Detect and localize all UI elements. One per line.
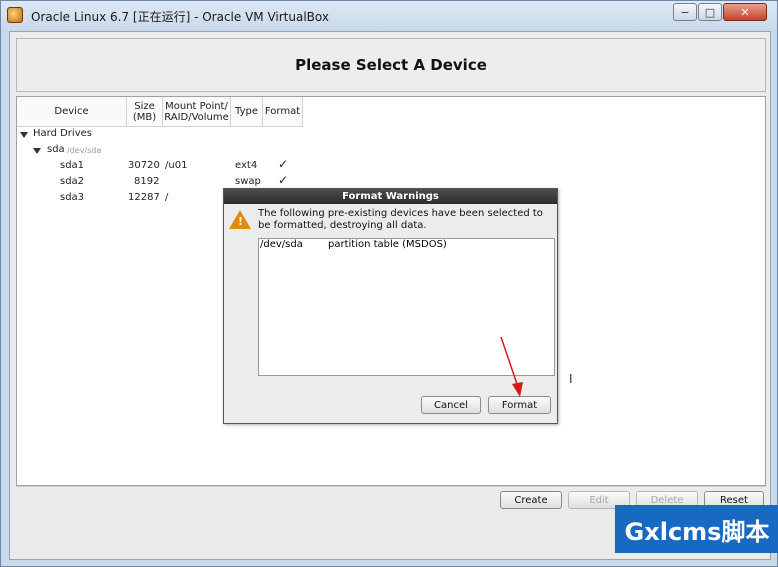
tree-group-hard-drives[interactable]: Hard Drives <box>33 128 92 139</box>
maximize-button[interactable]: □ <box>698 3 722 21</box>
warning-icon-mark: ! <box>238 215 244 228</box>
list-item[interactable]: /dev/sda partition table (MSDOS) <box>259 239 554 253</box>
partition-type: swap <box>235 176 261 187</box>
list-item-description: partition table (MSDOS) <box>328 239 447 250</box>
partition-name: sda2 <box>60 176 85 187</box>
title-bar[interactable]: Oracle Linux 6.7 [正在运行] - Oracle VM Virt… <box>1 1 777 29</box>
cancel-button[interactable]: Cancel <box>421 396 481 414</box>
create-button[interactable]: Create <box>500 491 562 509</box>
minimize-button[interactable]: − <box>673 3 697 21</box>
list-item-device: /dev/sda <box>260 239 303 250</box>
text-cursor-icon: I <box>569 372 573 386</box>
dialog-title: Format Warnings <box>224 189 557 204</box>
format-button[interactable]: Format <box>488 396 551 414</box>
virtualbox-icon <box>7 7 23 23</box>
partition-name: sda3 <box>60 192 85 203</box>
column-format[interactable]: Format <box>263 97 303 127</box>
column-mount-point[interactable]: Mount Point/ RAID/Volume <box>163 97 231 127</box>
partition-size: 30720 <box>128 160 160 171</box>
virtualbox-window: Oracle Linux 6.7 [正在运行] - Oracle VM Virt… <box>0 0 778 567</box>
column-size[interactable]: Size (MB) <box>127 97 163 127</box>
partition-mount: / <box>165 192 169 203</box>
partition-size: 12287 <box>128 192 160 203</box>
page-title: Please Select A Device <box>295 56 487 74</box>
partition-name: sda1 <box>60 160 85 171</box>
format-warnings-dialog: Format Warnings ! The following pre-exis… <box>223 188 573 424</box>
dialog-message: The following pre-existing devices have … <box>258 208 543 231</box>
partition-type: ext4 <box>235 160 258 171</box>
watermark-logo: Gxlcms脚本 <box>615 505 778 553</box>
partition-mount: /u01 <box>165 160 188 171</box>
page-header: Please Select A Device <box>16 38 766 92</box>
formatted-devices-list[interactable]: /dev/sda partition table (MSDOS) I <box>258 238 573 386</box>
partition-size: 8192 <box>134 176 160 187</box>
format-check-icon: ✓ <box>278 157 289 171</box>
expand-triangle-icon[interactable] <box>33 148 41 154</box>
tree-disk-path: /dev/sda <box>67 146 102 155</box>
window-title: Oracle Linux 6.7 [正在运行] - Oracle VM Virt… <box>31 10 329 24</box>
expand-triangle-icon[interactable] <box>20 132 28 138</box>
close-button[interactable]: ✕ <box>723 3 767 21</box>
tree-disk-sda[interactable]: sda <box>47 144 65 155</box>
column-device[interactable]: Device <box>17 97 127 127</box>
column-type[interactable]: Type <box>231 97 263 127</box>
format-check-icon: ✓ <box>278 173 289 187</box>
